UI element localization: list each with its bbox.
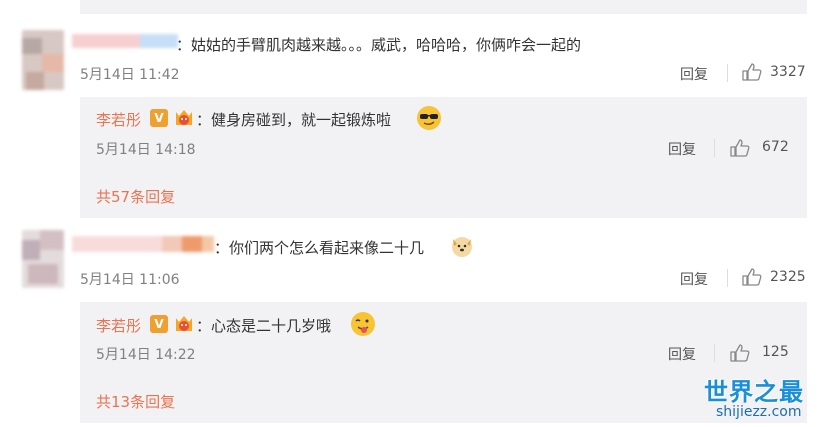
verified-icon: V bbox=[150, 315, 168, 333]
reply-time: 5月14日 14:18 bbox=[96, 142, 196, 158]
watermark-title: 世界之最 bbox=[704, 378, 804, 406]
reply-author[interactable]: 李若彤 bbox=[96, 315, 141, 336]
reply-text: ：心态是二十几岁哦 bbox=[196, 317, 332, 335]
more-replies-link[interactable]: 共13条回复 bbox=[96, 391, 175, 412]
like-icon[interactable] bbox=[730, 344, 750, 362]
previous-reply-box bbox=[80, 0, 807, 14]
divider bbox=[714, 344, 715, 362]
reply-button[interactable]: 回复 bbox=[668, 344, 696, 364]
like-icon[interactable] bbox=[742, 268, 762, 286]
member-badge-icon bbox=[173, 314, 195, 334]
more-replies-link[interactable]: 共57条回复 bbox=[96, 186, 175, 207]
dog-emoji-icon bbox=[450, 234, 474, 258]
tongue-emoji-icon bbox=[350, 311, 376, 337]
reply-button[interactable]: 回复 bbox=[668, 139, 696, 159]
reply-button[interactable]: 回复 bbox=[680, 269, 708, 289]
username-blurred[interactable] bbox=[72, 236, 214, 252]
comment-text: ：姑姑的手臂肌肉越来越。。。威武，哈哈哈，你俩咋会一起的 bbox=[176, 36, 582, 54]
sunglasses-emoji-icon bbox=[416, 105, 442, 131]
verified-icon: V bbox=[150, 109, 168, 127]
like-count: 3327 bbox=[770, 64, 806, 80]
comment-time: 5月14日 11:06 bbox=[80, 272, 180, 288]
reply-text: ：健身房碰到，就一起锻炼啦 bbox=[196, 111, 392, 129]
like-count: 2325 bbox=[770, 269, 806, 285]
comment-text: ：你们两个怎么看起来像二十几 bbox=[214, 239, 425, 257]
avatar[interactable] bbox=[22, 230, 64, 288]
username-blurred[interactable] bbox=[72, 34, 178, 48]
like-icon[interactable] bbox=[742, 63, 762, 81]
divider bbox=[727, 269, 728, 287]
divider bbox=[714, 139, 715, 157]
reply-author[interactable]: 李若彤 bbox=[96, 109, 141, 130]
like-count: 125 bbox=[762, 344, 789, 360]
watermark-url: shijiezz.com bbox=[716, 404, 802, 420]
reply-button[interactable]: 回复 bbox=[680, 64, 708, 84]
like-icon[interactable] bbox=[730, 139, 750, 157]
member-badge-icon bbox=[173, 108, 195, 128]
divider bbox=[727, 64, 728, 82]
like-count: 672 bbox=[762, 139, 789, 155]
avatar[interactable] bbox=[22, 30, 64, 90]
reply-time: 5月14日 14:22 bbox=[96, 347, 196, 363]
comment-time: 5月14日 11:42 bbox=[80, 67, 180, 83]
